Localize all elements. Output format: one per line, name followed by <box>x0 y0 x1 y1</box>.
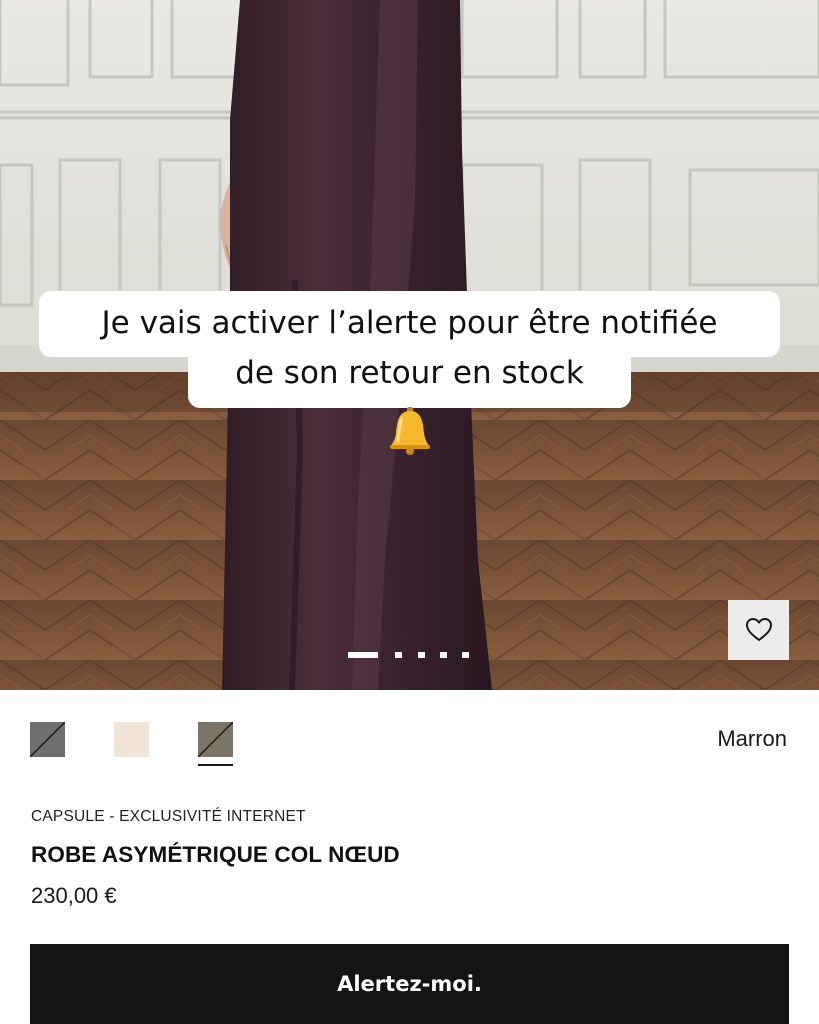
color-swatch-brown-selected[interactable] <box>198 722 233 757</box>
product-collection: CAPSULE - EXCLUSIVITÉ INTERNET <box>31 808 306 825</box>
bell-emoji-icon <box>390 407 430 455</box>
slide-dot[interactable] <box>440 652 447 658</box>
slide-dot-active[interactable] <box>348 652 378 658</box>
product-price: 230,00 € <box>31 883 117 908</box>
color-swatch-grey-unavailable[interactable] <box>30 722 65 757</box>
heart-icon <box>745 618 772 641</box>
wishlist-button[interactable] <box>728 600 789 660</box>
slide-dot[interactable] <box>395 652 402 658</box>
slide-dot[interactable] <box>418 652 425 658</box>
selected-swatch-indicator <box>198 764 233 766</box>
slide-dot[interactable] <box>462 652 469 658</box>
alert-me-button[interactable]: Alertez-moi. <box>30 944 789 1024</box>
color-swatch-cream[interactable] <box>114 722 149 757</box>
selected-color-label: Marron <box>717 726 787 751</box>
product-image-gallery[interactable]: de son retour en stock Je vais activer l… <box>0 0 819 690</box>
caption-line-1: Je vais activer l’alerte pour être notif… <box>39 291 780 357</box>
product-title: ROBE ASYMÉTRIQUE COL NŒUD <box>31 842 400 867</box>
